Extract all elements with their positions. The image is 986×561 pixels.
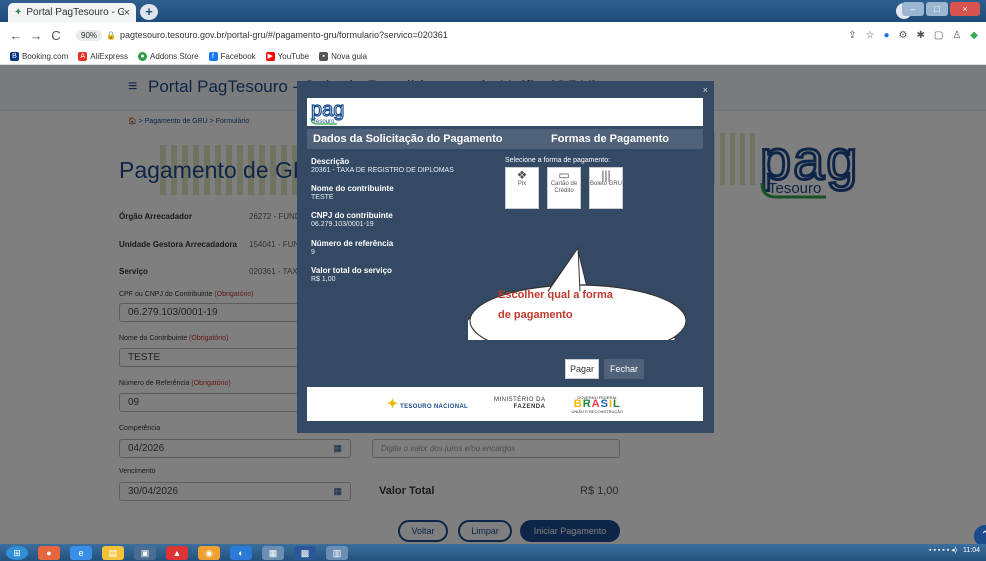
bookmarks-bar: B Booking.com A AliExpress ● Addons Store f… xyxy=(0,48,986,65)
toolbar-icons: ⇪ ☆ ● ⚙ ✱ ▢ ♙ ◆ xyxy=(848,30,978,41)
pix-option[interactable]: ❖ Pix xyxy=(505,167,539,209)
select-prompt: Selecione a forma de pagamento: xyxy=(505,157,611,164)
shield-icon[interactable]: ◆ xyxy=(970,30,978,41)
back-icon[interactable]: ← xyxy=(8,28,24,43)
tab-close-icon[interactable]: × xyxy=(124,7,130,19)
app-icon[interactable]: ▩ xyxy=(294,545,316,560)
bookmark-booking[interactable]: B Booking.com xyxy=(10,51,68,61)
address-bar: ← → C 90% 🔒 pagtesouro.tesouro.gov.br/po… xyxy=(0,22,986,48)
fechar-button[interactable]: Fechar xyxy=(604,359,644,379)
modal-header-left: Dados da Solicitação do Pagamento xyxy=(313,133,503,145)
pagar-button[interactable]: Pagar xyxy=(565,359,599,379)
app-icon[interactable]: ▦ xyxy=(262,545,284,560)
lock-icon[interactable]: 🔒 xyxy=(106,31,116,40)
tesouro-nacional-logo: ✦ TESOURO NACIONAL xyxy=(386,396,468,411)
cnpj-item: CNPJ do contribuinte 06.279.103/0001-19 xyxy=(311,211,393,228)
pdf-icon[interactable]: ▲ xyxy=(166,545,188,560)
pagtesouro-small-logo: pag Tesouro xyxy=(310,98,345,125)
window-close-icon[interactable]: × xyxy=(950,2,980,16)
tray-icons[interactable]: ▪ ▪ ▪ ▪ ▪ ◂) xyxy=(929,546,957,554)
forward-icon[interactable]: → xyxy=(28,28,44,43)
governo-federal-logo: GOVERNO FEDERAL BRASIL UNIÃO E RECONSTRU… xyxy=(571,394,624,414)
new-tab-button[interactable]: + xyxy=(140,4,158,20)
credit-card-icon: ▭ xyxy=(558,168,570,182)
system-tray: ▪ ▪ ▪ ▪ ▪ ◂) 11:04 xyxy=(929,546,980,555)
valor-item: Valor total do serviço R$ 1,00 xyxy=(311,266,392,283)
folder-icon[interactable]: ▤ xyxy=(102,545,124,560)
descricao-item: Descrição 20361 - TAXA DE REGISTRO DE DI… xyxy=(311,157,454,174)
nome-item: Nome do contribuinte TESTE xyxy=(311,184,394,201)
ministerio-logo: MINISTÉRIO DA FAZENDA xyxy=(493,397,546,410)
app-icon[interactable]: ◐ xyxy=(230,545,252,560)
bookmark-aliexpress[interactable]: A AliExpress xyxy=(78,51,128,61)
star-icon: ✦ xyxy=(386,396,399,411)
referencia-item: Número de referência 9 xyxy=(311,239,394,256)
app-icon[interactable]: ▥ xyxy=(326,545,348,560)
start-icon[interactable]: ⊞ xyxy=(6,545,28,560)
browser-titlebar: ✦ Portal PagTesouro - GRU × + ⌄ – □ × xyxy=(0,0,986,22)
clock[interactable]: 11:04 xyxy=(963,547,980,554)
zoom-badge[interactable]: 90% xyxy=(76,29,103,41)
browser-tab[interactable]: ✦ Portal PagTesouro - GRU × xyxy=(8,3,136,22)
bookmark-youtube[interactable]: ▶ YouTube xyxy=(265,51,309,61)
scroll-up-icon[interactable]: ⌃ xyxy=(974,525,986,544)
modal-header-right: Formas de Pagamento xyxy=(551,133,669,145)
sidepanel-icon[interactable]: ▢ xyxy=(934,30,943,41)
extension-icon[interactable]: ⚙ xyxy=(899,30,908,41)
chrome-icon[interactable]: ● xyxy=(38,545,60,560)
taskbar: ⊞ ● e ▤ ▣ ▲ ◉ ◐ ▦ ▩ ▥ ▪ ▪ ▪ ▪ ▪ ◂) 11:04 xyxy=(0,544,986,561)
ie-icon[interactable]: e xyxy=(70,545,92,560)
svg-text:pag: pag xyxy=(311,99,344,121)
reload-icon[interactable]: C xyxy=(48,28,64,43)
maximize-icon[interactable]: □ xyxy=(926,2,948,16)
credit-card-option[interactable]: ▭ Cartão de Crédito xyxy=(547,167,581,209)
bookmark-facebook[interactable]: f Facebook xyxy=(208,51,256,61)
pix-icon: ❖ xyxy=(516,168,528,182)
callout-text: Escolher qual a forma de pagamento xyxy=(498,289,613,321)
modal-logo-bar: pag Tesouro xyxy=(307,98,703,126)
app-icon[interactable]: ◉ xyxy=(198,545,220,560)
profile-icon[interactable]: ♙ xyxy=(952,30,961,41)
barcode-icon: ||| xyxy=(601,168,611,182)
bookmark-addons[interactable]: ● Addons Store xyxy=(138,51,199,61)
window-controls: – □ × xyxy=(902,2,980,16)
modal-close-icon[interactable]: × xyxy=(703,85,708,95)
share-icon[interactable]: ⇪ xyxy=(848,30,856,41)
url-field[interactable]: pagtesouro.tesouro.gov.br/portal-gru/#/p… xyxy=(120,30,848,40)
tab-title: Portal PagTesouro - GRU xyxy=(26,7,124,18)
tesouro-favicon-icon: ✦ xyxy=(14,7,23,18)
modal-header: Dados da Solicitação do Pagamento Formas… xyxy=(307,129,703,149)
modal-footer: ✦ TESOURO NACIONAL MINISTÉRIO DA FAZENDA… xyxy=(307,387,703,421)
bookmark-new-tab[interactable]: ▪ Nova guia xyxy=(319,51,367,61)
extension-icon[interactable]: ● xyxy=(883,30,889,41)
app-icon[interactable]: ▣ xyxy=(134,545,156,560)
boleto-option[interactable]: ||| Boleto GRU xyxy=(589,167,623,209)
minimize-icon[interactable]: – xyxy=(902,2,924,16)
brasil-wordmark: BRASIL xyxy=(573,397,621,410)
small-logo-text: Tesouro xyxy=(313,119,335,125)
puzzle-icon[interactable]: ✱ xyxy=(916,30,924,41)
bookmark-star-icon[interactable]: ☆ xyxy=(866,30,875,41)
